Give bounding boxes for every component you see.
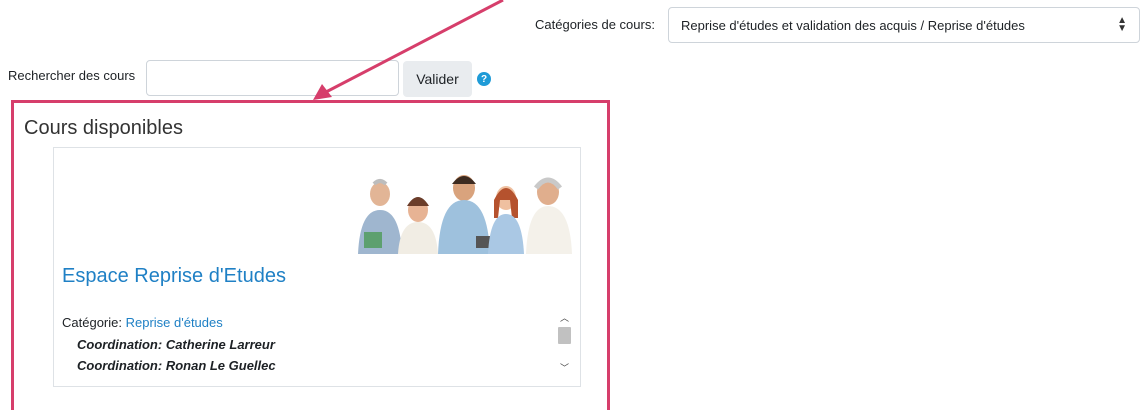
annotation-highlight-box [11, 100, 610, 410]
selected-category: Reprise d'études et validation des acqui… [681, 17, 1025, 33]
help-icon[interactable]: ? [477, 72, 491, 86]
course-categories-select[interactable]: Reprise d'études et validation des acqui… [668, 7, 1140, 43]
search-submit-button[interactable]: Valider [403, 61, 472, 97]
search-courses-label: Rechercher des cours [8, 68, 136, 83]
search-courses-input[interactable] [146, 60, 399, 96]
select-arrows-icon: ▲ ▼ [1117, 15, 1127, 34]
course-categories-label: Catégories de cours: [535, 17, 655, 32]
